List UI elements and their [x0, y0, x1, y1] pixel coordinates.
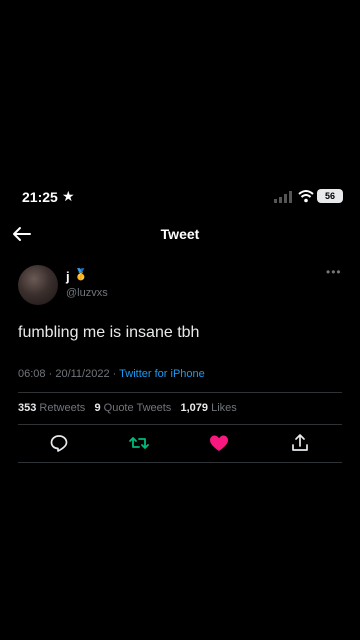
tweet-stats: 353 Retweets 9 Quote Tweets 1,079 Likes [18, 402, 237, 414]
author-handle[interactable]: @luzvxs [66, 287, 108, 299]
signal-icon [274, 191, 292, 203]
tweet-actions [0, 432, 360, 454]
tweet-time: 06:08 [18, 368, 46, 380]
medal-emoji: 🥇 [74, 269, 88, 281]
page-title: Tweet [160, 226, 200, 242]
battery-icon: 56 [317, 189, 343, 203]
tweet-author[interactable]: j 🥇 @luzvxs ••• [18, 265, 341, 305]
retweet-icon[interactable] [128, 432, 150, 454]
like-heart-icon[interactable] [208, 432, 230, 454]
more-icon[interactable]: ••• [326, 265, 342, 279]
tweet-meta: 06:08 · 20/11/2022 · Twitter for iPhone [18, 368, 205, 380]
quote-tweet-count[interactable]: 9 [94, 402, 100, 414]
likes-label[interactable]: Likes [211, 402, 237, 414]
reply-icon[interactable] [48, 432, 70, 454]
share-icon[interactable] [289, 432, 311, 454]
nav-bar: Tweet [0, 218, 360, 250]
tweet-text: fumbling me is insane tbh [18, 324, 200, 341]
wifi-icon [298, 190, 314, 203]
divider [18, 392, 342, 393]
avatar[interactable] [18, 265, 58, 305]
divider [18, 424, 342, 425]
divider [18, 462, 342, 463]
quote-tweets-label[interactable]: Quote Tweets [104, 402, 172, 414]
author-display-name[interactable]: j [66, 269, 70, 284]
star-icon: ★ [62, 188, 75, 204]
status-bar: 21:25 ★ 56 [0, 182, 360, 210]
like-count[interactable]: 1,079 [180, 402, 208, 414]
retweets-label[interactable]: Retweets [39, 402, 85, 414]
status-time: 21:25 [22, 189, 58, 205]
retweet-count[interactable]: 353 [18, 402, 36, 414]
tweet-date: 20/11/2022 [55, 368, 110, 380]
tweet-source-link[interactable]: Twitter for iPhone [119, 368, 205, 380]
